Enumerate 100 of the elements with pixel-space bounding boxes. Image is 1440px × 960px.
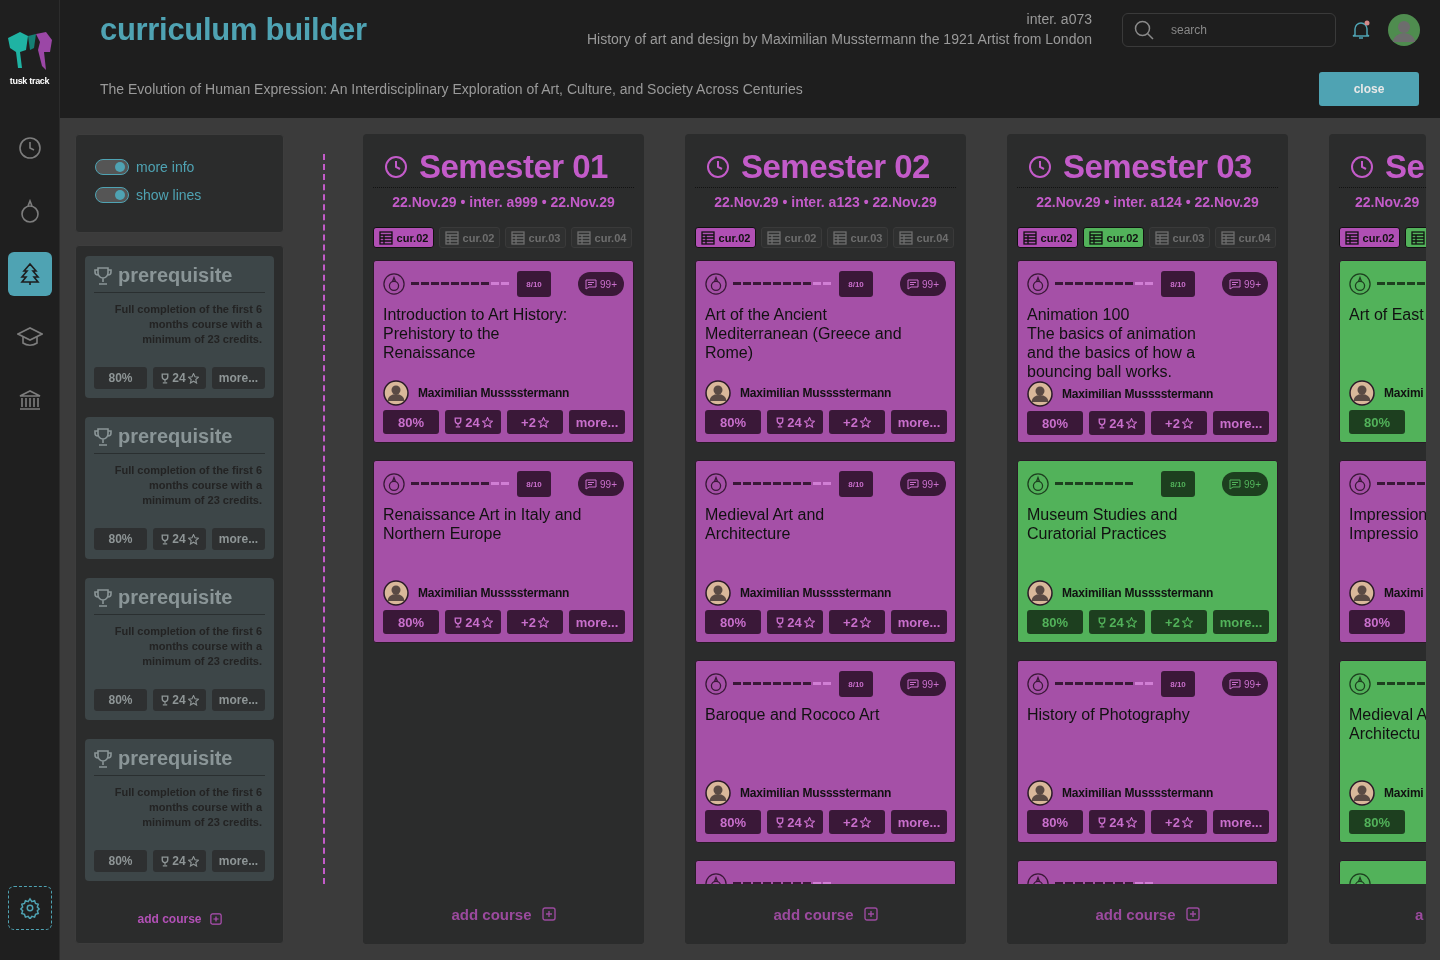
course-card[interactable]: 8/10 99+ Renaissance Art in Italy and Northern Europe Maximilian Musssstermann 80% 24 +2 more... xyxy=(373,460,634,643)
percent-button[interactable]: 80% xyxy=(383,610,439,634)
course-card[interactable]: 8/10 99+ Museum Studies and Curatorial Practices Maximilian Musssstermann 80% 24 +2 more... xyxy=(1017,460,1278,643)
points-button[interactable]: 24 xyxy=(153,850,206,872)
more-button[interactable]: more... xyxy=(212,367,265,389)
bonus-button[interactable]: +2 xyxy=(1151,810,1207,834)
more-button[interactable]: more... xyxy=(212,528,265,550)
course-card[interactable]: 8/10 99+ History of Photography Maximilian Musssstermann 80% 24 +2 more... xyxy=(1017,660,1278,843)
semester-title: Semester 01 xyxy=(419,148,608,186)
percent-button[interactable]: 80% xyxy=(705,410,761,434)
more-button[interactable]: more... xyxy=(891,810,947,834)
points-button[interactable]: 24 xyxy=(153,528,206,550)
course-title: Baroque and Rococo Art xyxy=(705,705,881,725)
comments-button[interactable]: 99+ xyxy=(900,672,946,696)
percent-button[interactable]: 80% xyxy=(1027,610,1083,634)
curriculum-tag[interactable]: cur.02 xyxy=(1339,227,1400,248)
curriculum-tag[interactable]: cur.03 xyxy=(1149,227,1210,248)
search-field[interactable]: search xyxy=(1122,12,1336,47)
more-button[interactable]: more... xyxy=(569,610,625,634)
add-course-button[interactable]: add course xyxy=(131,911,228,927)
points-button[interactable]: 24 xyxy=(1089,411,1145,435)
curriculum-tag[interactable]: cur.02 xyxy=(761,227,822,248)
percent-button[interactable]: 80% xyxy=(1349,610,1405,634)
percent-button[interactable]: 80% xyxy=(383,410,439,434)
percent-button[interactable]: 80% xyxy=(705,810,761,834)
bonus-button[interactable]: +2 xyxy=(1151,411,1207,435)
curriculum-tag[interactable]: cur.04 xyxy=(571,227,632,248)
more-button[interactable]: more... xyxy=(212,689,265,711)
course-card[interactable]: 8/10 99+ Art of the Ancient Mediterranean (Greece and Rome) Maximilian Musssstermann 80% 24 +2 more... xyxy=(695,260,956,443)
comments-button[interactable]: 99+ xyxy=(900,272,946,296)
points-button[interactable]: 24 xyxy=(445,410,501,434)
points-button[interactable]: 24 xyxy=(445,610,501,634)
points-button[interactable]: 24 xyxy=(767,810,823,834)
more-button[interactable]: more... xyxy=(1213,411,1269,435)
points-button[interactable]: 24 xyxy=(767,410,823,434)
bonus-button[interactable]: +2 xyxy=(507,610,563,634)
author-name: Maximilian Musssstermann xyxy=(1062,786,1214,800)
add-course-button[interactable]: add course xyxy=(445,904,562,924)
more-button[interactable]: more... xyxy=(569,410,625,434)
curriculum-tag[interactable]: cur.04 xyxy=(1215,227,1276,248)
curriculum-tag[interactable]: cur.02 xyxy=(439,227,500,248)
toggle-label: more info xyxy=(136,159,195,175)
points-button[interactable]: 24 xyxy=(153,367,206,389)
more-button[interactable]: more... xyxy=(1213,810,1269,834)
curriculum-tag[interactable]: cur.03 xyxy=(827,227,888,248)
add-course-button[interactable]: add course xyxy=(767,904,884,924)
comments-button[interactable]: 99+ xyxy=(900,472,946,496)
percent-button[interactable]: 80% xyxy=(94,367,147,389)
semester-dates: 22.Nov.29 • inter. a124 • 22.Nov.29 xyxy=(1035,194,1260,210)
author-name: Maximilian Musssstermann xyxy=(740,786,892,800)
curriculum-tag[interactable]: cur.02 xyxy=(1017,227,1078,248)
toggle-label: show lines xyxy=(136,187,202,203)
more-button[interactable]: more... xyxy=(212,850,265,872)
comments-button[interactable]: 99+ xyxy=(578,272,624,296)
percent-button[interactable]: 80% xyxy=(94,689,147,711)
course-card[interactable]: 8/10 99+ Animation 100 The basics of animation and the basics of how a bouncing ball works. Maximilian Musssstermann 80% 24 +2 more... xyxy=(1017,260,1278,443)
bonus-button[interactable]: +2 xyxy=(829,410,885,434)
add-course-button[interactable]: add course xyxy=(1089,904,1206,924)
percent-button[interactable]: 80% xyxy=(1349,410,1405,434)
percent-button[interactable]: 80% xyxy=(94,850,147,872)
curriculum-tag[interactable]: cur.04 xyxy=(893,227,954,248)
progress-badge: 8/10 xyxy=(517,471,551,497)
course-title: Museum Studies and Curatorial Practices xyxy=(1027,505,1179,544)
course-card[interactable]: 8/10 99+ Medieval Art and Architecture Maximilian Musssstermann 80% 24 +2 more... xyxy=(695,460,956,643)
comments-button[interactable]: 99+ xyxy=(578,472,624,496)
semester-title: Semester 03 xyxy=(1063,148,1252,186)
curriculum-tag[interactable]: cur.02 xyxy=(1083,227,1144,248)
points-button[interactable]: 24 xyxy=(153,689,206,711)
course-card[interactable]: 8/10 99+ Introduction to Art History: Prehistory to the Renaissance Maximilian Musssstermann 80% 24 +2 more... xyxy=(373,260,634,443)
add-course-button[interactable]: a xyxy=(1409,904,1426,924)
percent-button[interactable]: 80% xyxy=(94,528,147,550)
percent-button[interactable]: 80% xyxy=(1027,810,1083,834)
curriculum-tag[interactable]: cur.03 xyxy=(505,227,566,248)
bonus-button[interactable]: +2 xyxy=(1151,610,1207,634)
course-card[interactable]: 8/10 99+ Baroque and Rococo Art Maximilian Musssstermann 80% 24 +2 more... xyxy=(695,660,956,843)
percent-button[interactable]: 80% xyxy=(705,610,761,634)
curriculum-tag[interactable]: cur.02 xyxy=(373,227,434,248)
comments-button[interactable]: 99+ xyxy=(1222,272,1268,296)
bonus-button[interactable]: +2 xyxy=(829,810,885,834)
comments-button[interactable]: 99+ xyxy=(1222,472,1268,496)
course-card[interactable]: Impression Impressio Maximi 80% xyxy=(1339,460,1426,643)
author-name: Maximilian Musssstermann xyxy=(418,586,570,600)
points-button[interactable]: 24 xyxy=(1089,610,1145,634)
curriculum-tag[interactable]: cur.02 xyxy=(695,227,756,248)
percent-button[interactable]: 80% xyxy=(1349,810,1405,834)
author-name: Maximilian Musssstermann xyxy=(1062,387,1214,401)
comments-button[interactable]: 99+ xyxy=(1222,672,1268,696)
course-title: Art of the Ancient Mediterranean (Greece and Rome) xyxy=(705,305,903,363)
progress-badge: 8/10 xyxy=(839,271,873,297)
author-name: Maximi xyxy=(1384,586,1424,600)
percent-button[interactable]: 80% xyxy=(1027,411,1083,435)
more-button[interactable]: more... xyxy=(1213,610,1269,634)
bonus-button[interactable]: +2 xyxy=(829,610,885,634)
more-button[interactable]: more... xyxy=(891,610,947,634)
bonus-button[interactable]: +2 xyxy=(507,410,563,434)
points-button[interactable]: 24 xyxy=(767,610,823,634)
semester-title: Se xyxy=(1385,148,1425,186)
more-button[interactable]: more... xyxy=(891,410,947,434)
course-card[interactable]: Art of East Maximi 80% xyxy=(1339,260,1426,443)
points-button[interactable]: 24 xyxy=(1089,810,1145,834)
